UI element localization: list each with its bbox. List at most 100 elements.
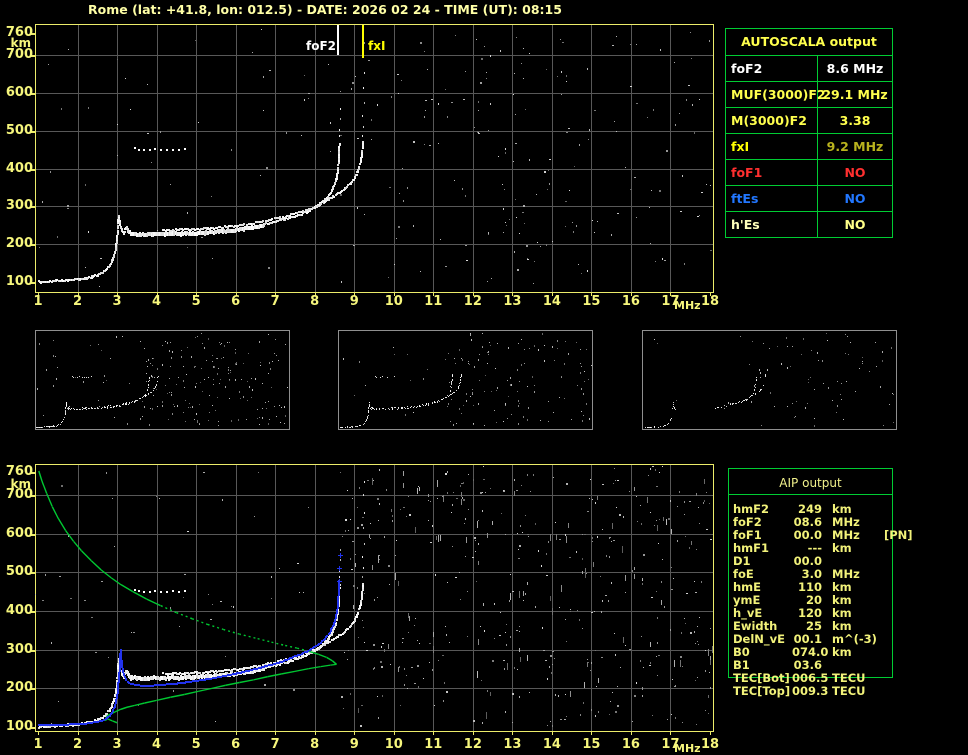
y-tick-label: 100 xyxy=(5,719,33,734)
autoscala-output-table: AUTOSCALA output foF2 8.6 MHz MUF(3000)F2 2… xyxy=(725,28,893,238)
y-tick-label: 400 xyxy=(5,160,33,176)
x-tick-label: 9 xyxy=(349,737,359,752)
station-date-time-title: Rome (lat: +41.8, lon: 012.5) - DATE: 20… xyxy=(88,2,562,17)
aip-row-label: TEC[Top] xyxy=(733,684,791,698)
y-tick-label: 200 xyxy=(5,236,33,252)
autoscala-row-value: 3.38 xyxy=(839,113,871,128)
aip-row-note xyxy=(878,542,884,555)
fxI-marker-label: fxI xyxy=(368,39,386,53)
autoscala-row-M(3000)F2: M(3000)F2 3.38 xyxy=(726,108,892,134)
x-tick-label: 9 xyxy=(349,294,359,309)
x-tick-label: 2 xyxy=(72,737,83,752)
aip-row-B0: B0 074.0 km xyxy=(733,646,965,659)
bottom-x-axis-unit: MHz xyxy=(674,742,701,755)
aip-row-note xyxy=(878,607,884,620)
x-tick-label: 12 xyxy=(463,737,482,752)
x-tick-label: 10 xyxy=(384,294,403,309)
x-tick-label: 8 xyxy=(310,737,320,752)
aip-row-note xyxy=(878,633,884,646)
x-tick-label: 15 xyxy=(582,294,601,309)
x-tick-label: 16 xyxy=(621,737,640,752)
x-tick-label: 3 xyxy=(112,737,122,752)
aip-row-note xyxy=(878,594,884,607)
y-tick-label: 300 xyxy=(5,641,33,657)
top-x-axis-unit: MHz xyxy=(674,299,701,312)
autoscala-row-label: foF2 xyxy=(726,56,818,81)
x-tick-label: 3 xyxy=(112,294,122,309)
x-tick-label: 18 xyxy=(700,737,720,752)
autoscala-table-rows: foF2 8.6 MHz MUF(3000)F2 29.1 MHz M(3000)F2 3… xyxy=(726,56,892,237)
aip-row-note xyxy=(878,620,884,633)
aip-row-note xyxy=(878,568,884,581)
x-tick-label: 8 xyxy=(310,294,320,309)
autoscala-row-label: fxI xyxy=(726,134,818,159)
autoscala-screen: Rome (lat: +41.8, lon: 012.5) - DATE: 20… xyxy=(0,0,968,755)
autoscala-table-title: AUTOSCALA output xyxy=(726,29,892,56)
x-tick-label: 1 xyxy=(33,294,43,309)
aip-row-note xyxy=(878,672,884,685)
autoscala-row-label: foF1 xyxy=(726,160,818,185)
autoscala-row-h'Es: h'Es NO xyxy=(726,212,892,237)
aip-row-note xyxy=(878,555,884,568)
autoscala-row-value: NO xyxy=(844,165,866,180)
y-tick-label: 200 xyxy=(5,680,33,696)
thumbnail-2 xyxy=(338,330,593,430)
aip-row-note xyxy=(878,685,884,698)
aip-row-value: 009.3 xyxy=(792,684,829,698)
autoscala-row-label: h'Es xyxy=(726,212,818,237)
x-tick-label: 7 xyxy=(270,294,280,309)
autoscala-row-label: MUF(3000)F2 xyxy=(726,82,826,107)
x-tick-label: 16 xyxy=(621,294,640,309)
x-tick-label: 6 xyxy=(231,737,241,752)
autoscala-row-value: 8.6 MHz xyxy=(826,61,884,76)
aip-row-note xyxy=(878,659,884,672)
autoscala-row-value: NO xyxy=(844,191,866,206)
y-tick-label: 500 xyxy=(5,564,33,580)
autoscala-row-value: 9.2 MHz xyxy=(826,139,884,154)
aip-table-title: AIP output xyxy=(779,476,842,490)
thumbnail-canvas-1 xyxy=(36,331,289,429)
x-tick-label: 4 xyxy=(152,737,162,752)
aip-row-unit: km xyxy=(832,541,852,555)
x-tick-label: 14 xyxy=(542,294,561,309)
x-tick-label: 15 xyxy=(582,737,601,752)
x-tick-label: 7 xyxy=(270,737,280,752)
y-tick-label: 700 xyxy=(5,47,33,63)
aip-row-note xyxy=(878,581,884,594)
x-tick-label: 14 xyxy=(542,737,561,752)
autoscala-row-foF2: foF2 8.6 MHz xyxy=(726,56,892,82)
y-tick-label: 400 xyxy=(5,602,33,618)
thumbnail-canvas-2 xyxy=(339,331,592,429)
x-tick-label: 11 xyxy=(424,737,443,752)
autoscala-row-label: ftEs xyxy=(726,186,818,211)
autoscala-row-ftEs: ftEs NO xyxy=(726,186,892,212)
x-tick-label: 6 xyxy=(231,294,241,309)
x-tick-label: 12 xyxy=(463,294,482,309)
x-tick-label: 1 xyxy=(33,737,43,752)
autoscala-row-foF1: foF1 NO xyxy=(726,160,892,186)
y-tick-label: 300 xyxy=(5,198,33,214)
autoscala-row-label: M(3000)F2 xyxy=(726,108,818,133)
aip-row-unit: km xyxy=(832,645,852,659)
x-tick-label: 18 xyxy=(700,294,720,309)
x-tick-label: 2 xyxy=(72,294,83,309)
top-y-axis-unit: km xyxy=(10,36,31,50)
x-tick-label: 11 xyxy=(424,294,443,309)
aip-row-hmF1: hmF1 --- km xyxy=(733,542,965,555)
autoscala-row-value: NO xyxy=(844,217,866,232)
bottom-y-axis-unit: km xyxy=(10,477,31,491)
aip-row-note: [PN] xyxy=(884,528,913,542)
aip-row-unit: TECU xyxy=(832,684,866,698)
foF2-marker-label: foF2 xyxy=(305,39,336,53)
thumbnail-3 xyxy=(642,330,897,430)
thumbnail-1 xyxy=(35,330,290,430)
aip-table-divider xyxy=(728,494,893,495)
top-ionogram-canvas xyxy=(30,24,718,298)
aip-row-note xyxy=(878,503,884,516)
autoscala-row-value: 29.1 MHz xyxy=(822,87,888,102)
x-tick-label: 4 xyxy=(152,294,162,309)
x-tick-label: 13 xyxy=(503,294,522,309)
y-tick-label: 500 xyxy=(5,122,33,138)
autoscala-row-MUF(3000)F2: MUF(3000)F2 29.1 MHz xyxy=(726,82,892,108)
autoscala-row-fxI: fxI 9.2 MHz xyxy=(726,134,892,160)
